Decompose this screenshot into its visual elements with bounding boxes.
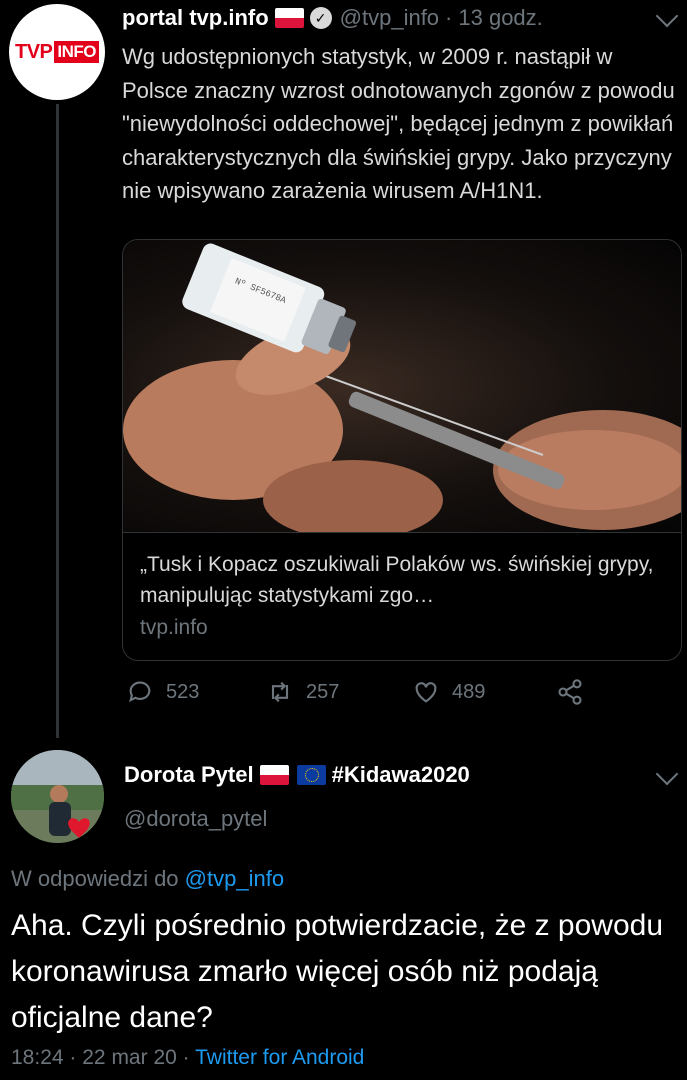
like-count: 489: [452, 680, 486, 703]
client-link[interactable]: Twitter for Android: [195, 1046, 364, 1069]
avatar-dorota-pytel[interactable]: [11, 750, 104, 843]
reply-icon: [129, 681, 151, 703]
chevron-down-icon[interactable]: [655, 4, 679, 28]
poland-flag-icon: [259, 765, 289, 785]
avatar-tvp-info[interactable]: TVP INFO: [9, 4, 105, 100]
reply-prefix: W odpowiedzi do: [11, 866, 179, 891]
retweet-icon: [271, 681, 289, 703]
reply-handle-link[interactable]: @tvp_info: [185, 866, 284, 891]
user-handle[interactable]: @dorota_pytel: [124, 806, 267, 832]
hashtag[interactable]: #Kidawa2020: [332, 762, 470, 788]
like-button[interactable]: 489: [412, 678, 485, 706]
eu-flag-icon: [296, 765, 326, 785]
reply-count: 523: [166, 680, 200, 703]
card-title: „Tusk i Kopacz oszukiwali Polaków ws. św…: [140, 553, 654, 607]
retweet-button[interactable]: 257: [266, 678, 339, 706]
separator: ·: [182, 1046, 190, 1069]
tweet-actions: 523 257 489: [126, 678, 596, 712]
tweet-date: 22 mar 20: [82, 1046, 177, 1069]
link-card[interactable]: Nº SF5678A „Tusk i Kopacz oszukiwali Pol…: [122, 239, 682, 661]
tweet-meta: 18:24 · 22 mar 20 · Twitter for Android: [11, 1046, 364, 1070]
thread-line: [56, 104, 59, 738]
tweet-time[interactable]: 13 godz.: [458, 5, 542, 31]
reply-context: W odpowiedzi do @tvp_info: [11, 866, 284, 892]
tweet-time: 18:24: [11, 1046, 64, 1069]
separator: ·: [445, 5, 453, 30]
tweet-header: Dorota Pytel #Kidawa2020: [124, 762, 470, 788]
tweet-text: Wg udostępnionych statystyk, w 2009 r. n…: [122, 44, 675, 203]
reply-button[interactable]: 523: [126, 678, 199, 706]
retweet-count: 257: [306, 680, 340, 703]
display-name[interactable]: portal tvp.info: [122, 5, 269, 31]
verified-badge-icon: ✓: [309, 7, 332, 29]
user-handle[interactable]: @tvp_info: [340, 5, 439, 31]
vaccine-syringe-photo: Nº SF5678A: [123, 240, 681, 533]
chevron-down-icon[interactable]: [655, 762, 679, 786]
share-button[interactable]: [556, 678, 596, 706]
tvp-info-logo: TVP INFO: [15, 41, 99, 64]
card-domain: tvp.info: [140, 616, 208, 639]
share-icon: [558, 679, 582, 705]
tweet-text: Aha. Czyli pośrednio potwierdzacie, że z…: [11, 909, 664, 1034]
poland-flag-icon: [274, 8, 304, 28]
heart-icon: [415, 682, 437, 703]
tweet-header: portal tvp.info ✓ @tvp_info · 13 godz.: [122, 5, 543, 31]
separator: ·: [69, 1046, 77, 1069]
display-name[interactable]: Dorota Pytel: [124, 762, 254, 788]
